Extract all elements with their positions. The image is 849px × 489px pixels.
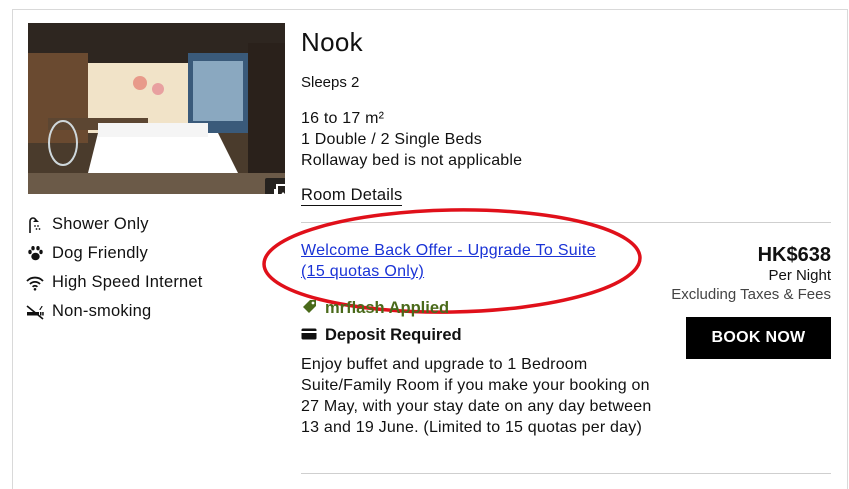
amenity-item: Shower Only — [25, 210, 203, 239]
no-smoking-icon — [25, 303, 45, 321]
offer-description: Enjoy buffet and upgrade to 1 Bedroom Su… — [301, 356, 652, 436]
deposit-label: Deposit Required — [325, 326, 462, 344]
offer-title-link[interactable]: Welcome Back Offer - Upgrade To Suite (1… — [301, 240, 621, 282]
room-specs: 16 to 17 m² 1 Double / 2 Single Beds Rol… — [301, 108, 522, 171]
amenity-item: Non-smoking — [25, 297, 203, 326]
room-size: 16 to 17 m² — [301, 110, 385, 127]
amenity-item: High Speed Internet — [25, 268, 203, 297]
amenity-label: Shower Only — [52, 215, 149, 233]
room-sleeps: Sleeps 2 — [301, 74, 360, 91]
card-icon — [301, 326, 317, 345]
promo-code-label: mrflash Applied — [325, 299, 450, 317]
deposit-required: Deposit Required — [301, 326, 462, 345]
amenity-item: Dog Friendly — [25, 239, 203, 268]
price-block: HK$638 Per Night Excluding Taxes & Fees — [671, 243, 831, 304]
paw-icon — [25, 245, 45, 263]
amenity-label: High Speed Internet — [52, 273, 203, 291]
price-amount: HK$638 — [757, 244, 831, 266]
book-now-button[interactable]: BOOK NOW — [686, 317, 831, 359]
image-gallery-icon — [274, 184, 285, 194]
wifi-icon — [25, 274, 45, 292]
room-details-link[interactable]: Room Details — [301, 186, 403, 206]
price-per-night: Per Night — [768, 267, 831, 284]
amenities-list: Shower Only Dog Friendly High Speed Inte… — [25, 210, 203, 326]
divider — [301, 473, 831, 474]
room-photo[interactable] — [28, 23, 285, 194]
tag-icon — [301, 297, 319, 320]
room-name: Nook — [301, 27, 363, 57]
promo-code-applied: mrflash Applied — [301, 297, 449, 320]
gallery-button[interactable] — [265, 178, 285, 194]
room-rollaway: Rollaway bed is not applicable — [301, 152, 523, 169]
divider — [301, 222, 831, 223]
room-beds: 1 Double / 2 Single Beds — [301, 131, 482, 148]
room-photo-illustration — [28, 23, 285, 194]
amenity-label: Dog Friendly — [52, 244, 148, 262]
price-tax-note: Excluding Taxes & Fees — [671, 286, 831, 303]
amenity-label: Non-smoking — [52, 302, 152, 320]
shower-icon — [25, 216, 45, 234]
